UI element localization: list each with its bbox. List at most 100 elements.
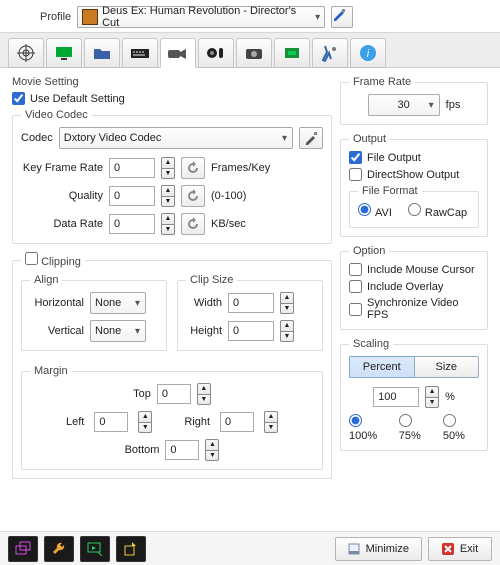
tool-layers-button[interactable] xyxy=(8,536,38,562)
align-h-label: Horizontal xyxy=(30,297,84,309)
clip-h-spinner[interactable] xyxy=(280,320,294,342)
tab-info[interactable]: i xyxy=(350,38,386,68)
align-v-select[interactable]: None▾ xyxy=(90,320,146,342)
scaling-percent-tab[interactable]: Percent xyxy=(349,356,414,378)
codec-label: Codec xyxy=(21,132,53,144)
mouse-checkbox[interactable] xyxy=(349,263,362,276)
edit-profile-button[interactable] xyxy=(331,6,353,28)
fps-unit: fps xyxy=(446,99,461,111)
exit-label: Exit xyxy=(460,543,478,555)
margin-top-input[interactable]: 0 xyxy=(157,384,191,404)
margin-bottom-input[interactable]: 0 xyxy=(165,440,199,460)
datarate-value: 0 xyxy=(114,218,120,230)
overlay-checkbox[interactable] xyxy=(349,280,362,293)
margin-bottom-label: Bottom xyxy=(125,444,160,456)
quality-reset-button[interactable] xyxy=(181,185,205,207)
tab-audio[interactable] xyxy=(198,38,234,68)
use-default-label: Use Default Setting xyxy=(30,93,125,105)
kfr-spinner[interactable] xyxy=(161,157,175,179)
avi-label: AVI xyxy=(375,207,392,219)
tab-screenshot[interactable] xyxy=(236,38,272,68)
framerate-group: Frame Rate 30 ▾ fps xyxy=(340,76,488,125)
margin-bottom-spinner[interactable] xyxy=(205,439,219,461)
clip-w-spinner[interactable] xyxy=(280,292,294,314)
scale-100-radio[interactable]: 100% xyxy=(349,414,391,442)
avi-radio[interactable]: AVI xyxy=(358,203,392,219)
clipping-checkbox[interactable] xyxy=(25,252,38,265)
scaling-spinner[interactable] xyxy=(425,386,439,408)
tab-target[interactable] xyxy=(8,38,44,68)
video-codec-legend: Video Codec xyxy=(21,109,92,121)
margin-legend: Margin xyxy=(30,365,72,377)
exit-button[interactable]: Exit xyxy=(428,537,492,561)
scaling-input[interactable]: 100 xyxy=(373,387,419,407)
chevron-down-icon: ▾ xyxy=(135,326,140,337)
margin-group: Margin Top 0 Left 0 Right 0 Bottom xyxy=(21,365,323,470)
scaling-size-tab[interactable]: Size xyxy=(414,356,480,378)
option-group: Option Include Mouse Cursor Include Over… xyxy=(340,245,488,330)
margin-left-label: Left xyxy=(66,416,84,428)
quality-spinner[interactable] xyxy=(161,185,175,207)
kfr-reset-button[interactable] xyxy=(181,157,205,179)
align-h-value: None xyxy=(95,297,121,309)
tab-tools[interactable] xyxy=(312,38,348,68)
scale-75-label: 75% xyxy=(399,430,421,442)
datarate-suffix: KB/sec xyxy=(211,218,246,230)
quality-label: Quality xyxy=(21,190,103,202)
profile-select[interactable]: Deus Ex: Human Revolution - Director's C… xyxy=(77,6,325,28)
sync-checkbox[interactable] xyxy=(349,303,362,316)
chevron-down-icon: ▾ xyxy=(282,133,287,144)
margin-left-value: 0 xyxy=(99,416,105,428)
chevron-down-icon: ▾ xyxy=(315,12,320,23)
margin-top-spinner[interactable] xyxy=(197,383,211,405)
quality-value: 0 xyxy=(114,190,120,202)
fileformat-legend: File Format xyxy=(358,185,422,197)
tab-strip: i xyxy=(0,32,500,68)
scale-75-radio[interactable]: 75% xyxy=(399,414,435,442)
file-output-checkbox[interactable] xyxy=(349,151,362,164)
scale-50-radio[interactable]: 50% xyxy=(443,414,479,442)
tool-record-button[interactable] xyxy=(80,536,110,562)
quality-input[interactable]: 0 xyxy=(109,186,155,206)
codec-settings-button[interactable] xyxy=(299,127,323,149)
directshow-label: DirectShow Output xyxy=(367,169,459,181)
directshow-checkbox[interactable] xyxy=(349,168,362,181)
tool-wrench-button[interactable] xyxy=(44,536,74,562)
margin-right-input[interactable]: 0 xyxy=(220,412,254,432)
option-legend: Option xyxy=(349,245,389,257)
bottom-bar: Minimize Exit xyxy=(0,531,500,565)
margin-right-label: Right xyxy=(184,416,210,428)
kfr-input[interactable]: 0 xyxy=(109,158,155,178)
rawcap-radio[interactable]: RawCap xyxy=(408,203,467,219)
datarate-input[interactable]: 0 xyxy=(109,214,155,234)
clip-h-label: Height xyxy=(186,325,222,337)
tool-export-button[interactable] xyxy=(116,536,146,562)
margin-left-input[interactable]: 0 xyxy=(94,412,128,432)
use-default-checkbox[interactable] xyxy=(12,92,25,105)
datarate-spinner[interactable] xyxy=(161,213,175,235)
tab-hardware[interactable] xyxy=(274,38,310,68)
tab-folder[interactable] xyxy=(84,38,120,68)
clip-w-input[interactable]: 0 xyxy=(228,293,274,313)
tab-keyboard[interactable] xyxy=(122,38,158,68)
output-legend: Output xyxy=(349,133,390,145)
minimize-label: Minimize xyxy=(366,543,409,555)
kfr-value: 0 xyxy=(114,162,120,174)
align-legend: Align xyxy=(30,274,62,286)
align-h-select[interactable]: None▾ xyxy=(90,292,146,314)
tab-monitor[interactable] xyxy=(46,38,82,68)
minimize-icon xyxy=(348,543,360,555)
margin-left-spinner[interactable] xyxy=(138,411,152,433)
datarate-reset-button[interactable] xyxy=(181,213,205,235)
fps-select[interactable]: 30 ▾ xyxy=(368,94,440,116)
margin-right-spinner[interactable] xyxy=(264,411,278,433)
chevron-down-icon: ▾ xyxy=(429,100,434,111)
tab-movie[interactable] xyxy=(160,38,196,68)
clip-h-input[interactable]: 0 xyxy=(228,321,274,341)
clip-w-label: Width xyxy=(186,297,222,309)
clipsize-group: Clip Size Width 0 Height 0 xyxy=(177,274,323,351)
scaling-group: Scaling Percent Size 100 % 100% 75% 50% xyxy=(340,338,488,451)
minimize-button[interactable]: Minimize xyxy=(335,537,422,561)
scaling-value: 100 xyxy=(378,391,396,403)
codec-select[interactable]: Dxtory Video Codec ▾ xyxy=(59,127,293,149)
